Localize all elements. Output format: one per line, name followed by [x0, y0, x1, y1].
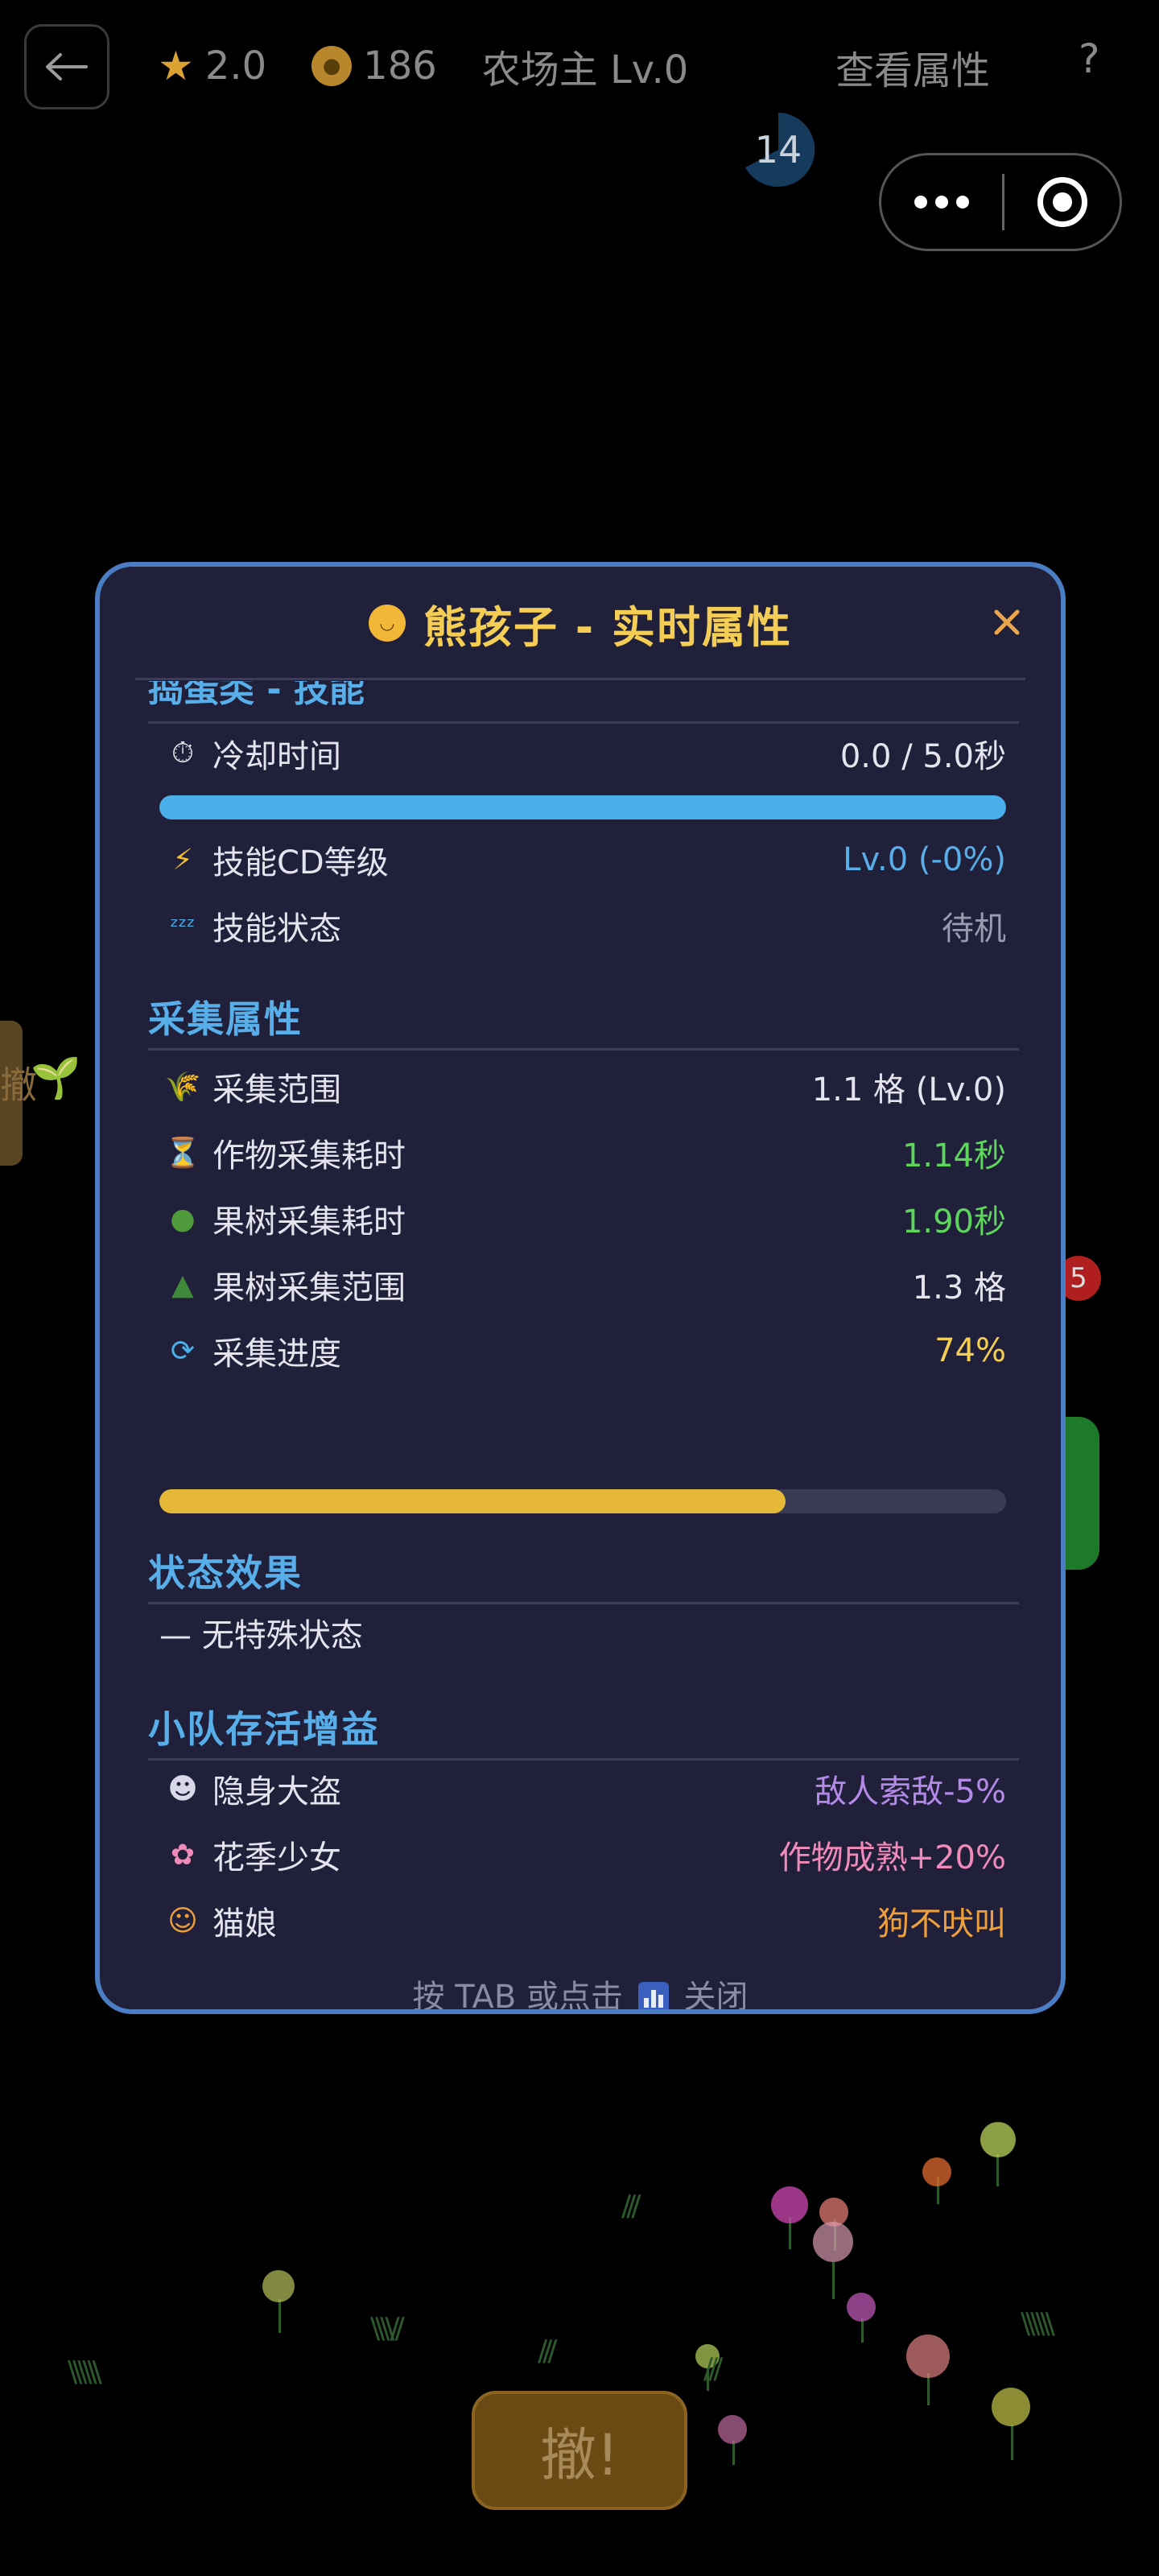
- squad-buff-row: ✿ 花季少女 作物成熟+20%: [148, 1831, 1019, 1879]
- flower-icon: [771, 2186, 808, 2223]
- squad-buff-label: 花季少女: [212, 1839, 341, 1876]
- status-none-row: — 无特殊状态: [148, 1608, 1019, 1657]
- rating-value: 2.0: [204, 43, 267, 89]
- gather-attr-row: 🌾 采集范围 1.1 格 (Lv.0): [148, 1063, 1019, 1111]
- view-attributes-button[interactable]: 查看属性: [835, 39, 990, 95]
- arrow-left-icon: [46, 53, 88, 80]
- gather-attr-value: 1.14秒: [901, 1137, 1006, 1174]
- gather-attr-label: 果树采集范围: [212, 1269, 406, 1307]
- skill-state-label: 技能状态: [212, 910, 341, 947]
- tree-icon: ●: [170, 1202, 196, 1236]
- coin-count: 186: [363, 43, 437, 89]
- player-rank: 农场主 Lv.0: [481, 47, 689, 93]
- grass-icon: ///: [703, 2352, 724, 2385]
- cat-icon: ☺: [167, 1904, 198, 1938]
- skill-state-row: ᶻᶻᶻ 技能状态 待机: [148, 902, 1019, 950]
- gather-attr-label: 果树采集耗时: [212, 1203, 406, 1241]
- close-button[interactable]: [987, 602, 1027, 642]
- star-icon: ★: [158, 43, 194, 89]
- status-none-text: — 无特殊状态: [159, 1617, 363, 1654]
- cooldown-label: 冷却时间: [212, 738, 341, 775]
- back-button[interactable]: [24, 24, 109, 109]
- skill-section-heading: 捣蛋类 - 技能: [148, 681, 365, 710]
- sprout-icon: 🌱: [31, 1055, 81, 1101]
- flower-icon: [847, 2293, 876, 2322]
- player-stats-bar: ★ 2.0 ● 186 农场主 Lv.0: [158, 35, 688, 97]
- squad-buff-label: 猫娘: [212, 1905, 277, 1942]
- round-timer: 14: [734, 109, 823, 190]
- cooldown-progress-bar: [159, 795, 1006, 819]
- gather-attr-label: 作物采集耗时: [212, 1137, 406, 1174]
- timer-value: 14: [754, 128, 802, 171]
- gather-section-heading: 采集属性: [148, 997, 303, 1041]
- pine-tree-icon: ▲: [171, 1268, 194, 1302]
- attributes-scroll-area[interactable]: 捣蛋类 - 技能 ⏱ 冷却时间 0.0 / 5.0秒 ⚡ 技能CD等级 Lv.0…: [148, 681, 1019, 1953]
- grass-icon: \\\\\\: [68, 2355, 102, 2388]
- close-icon: [994, 609, 1020, 635]
- flower-icon: [718, 2415, 747, 2444]
- gather-progress-bar: [159, 1489, 1006, 1513]
- lightning-icon: ⚡: [172, 843, 193, 877]
- gather-attr-value: 1.90秒: [901, 1203, 1006, 1241]
- stopwatch-icon: ⏱: [171, 737, 195, 770]
- gather-attr-label: 采集进度: [212, 1335, 341, 1373]
- flower-icon: [980, 2122, 1016, 2157]
- close-program-button[interactable]: [1004, 177, 1120, 227]
- grass-icon: \\\\//: [370, 2312, 405, 2345]
- gather-attr-row: ⟳ 采集进度 74%: [148, 1327, 1019, 1375]
- gather-attr-label: 采集范围: [212, 1071, 341, 1108]
- bar-chart-icon[interactable]: [637, 1982, 669, 2009]
- cd-level-row: ⚡ 技能CD等级 Lv.0 (-0%): [148, 836, 1019, 884]
- mini-program-capsule: [879, 153, 1122, 251]
- grass-icon: ///: [621, 2190, 641, 2223]
- footer-hint-post: 关闭: [683, 1979, 749, 2014]
- cooldown-value: 0.0 / 5.0秒: [839, 738, 1006, 775]
- sleep-zzz-icon: ᶻᶻᶻ: [170, 912, 196, 939]
- gather-attr-row: ● 果树采集耗时 1.90秒: [148, 1195, 1019, 1243]
- flower-icon: [906, 2334, 950, 2378]
- more-menu-button[interactable]: [881, 196, 1002, 208]
- cd-level-value: Lv.0 (-0%): [843, 841, 1006, 878]
- target-icon: [1037, 177, 1087, 227]
- help-button[interactable]: ?: [1079, 35, 1100, 82]
- cooldown-progress-fill: [159, 795, 1006, 819]
- skill-state-value: 待机: [942, 910, 1006, 947]
- cd-level-label: 技能CD等级: [212, 844, 389, 881]
- hourglass-icon: ⏳: [164, 1137, 201, 1170]
- squad-buff-value: 敌人索敌-5%: [815, 1773, 1006, 1810]
- gather-attr-row: ▲ 果树采集范围 1.3 格: [148, 1261, 1019, 1309]
- flower-icon: [813, 2222, 853, 2262]
- squad-buff-row: ☻ 隐身大盗 敌人索敌-5%: [148, 1765, 1019, 1813]
- gather-attr-row: ⏳ 作物采集耗时 1.14秒: [148, 1129, 1019, 1177]
- gather-attr-value: 1.1 格 (Lv.0): [811, 1071, 1006, 1108]
- flower-icon: [262, 2270, 295, 2302]
- coin-icon: ●: [311, 46, 353, 86]
- gather-attr-value: 1.3 格: [912, 1269, 1006, 1307]
- squad-buff-value: 作物成熟+20%: [778, 1839, 1006, 1876]
- modal-footer-hint: 按 TAB 或点击 关闭: [100, 1971, 1061, 2014]
- flower-icon: [922, 2157, 951, 2186]
- grass-icon: \\\\\\: [1021, 2307, 1055, 2340]
- kid-face-icon: ◡: [368, 605, 406, 642]
- flower-icon: [992, 2388, 1030, 2426]
- blossom-icon: ✿: [170, 1838, 196, 1872]
- ghost-icon: ☻: [167, 1772, 198, 1806]
- squad-buff-label: 隐身大盗: [212, 1773, 341, 1810]
- footer-hint-pre: 按 TAB 或点击: [412, 1979, 624, 2014]
- attributes-modal: ◡ 熊孩子 - 实时属性 捣蛋类 - 技能 ⏱ 冷却时间 0.0 / 5.0秒 …: [95, 562, 1066, 2014]
- gather-attr-value: 74%: [934, 1332, 1006, 1369]
- escape-button[interactable]: 撤!: [472, 2391, 687, 2510]
- squad-buff-row: ☺ 猫娘 狗不吠叫: [148, 1897, 1019, 1945]
- squad-section-heading: 小队存活增益: [148, 1707, 380, 1751]
- status-section-heading: 状态效果: [148, 1551, 303, 1595]
- refresh-icon: ⟳: [170, 1334, 196, 1368]
- modal-title: 熊孩子 - 实时属性: [423, 601, 792, 653]
- wheat-icon: 🌾: [164, 1071, 201, 1104]
- grass-icon: ///: [538, 2334, 558, 2368]
- cooldown-row: ⏱ 冷却时间 0.0 / 5.0秒: [148, 729, 1019, 778]
- modal-header: ◡ 熊孩子 - 实时属性: [100, 567, 1061, 679]
- squad-buff-value: 狗不吠叫: [877, 1905, 1006, 1942]
- gather-progress-fill: [159, 1489, 786, 1513]
